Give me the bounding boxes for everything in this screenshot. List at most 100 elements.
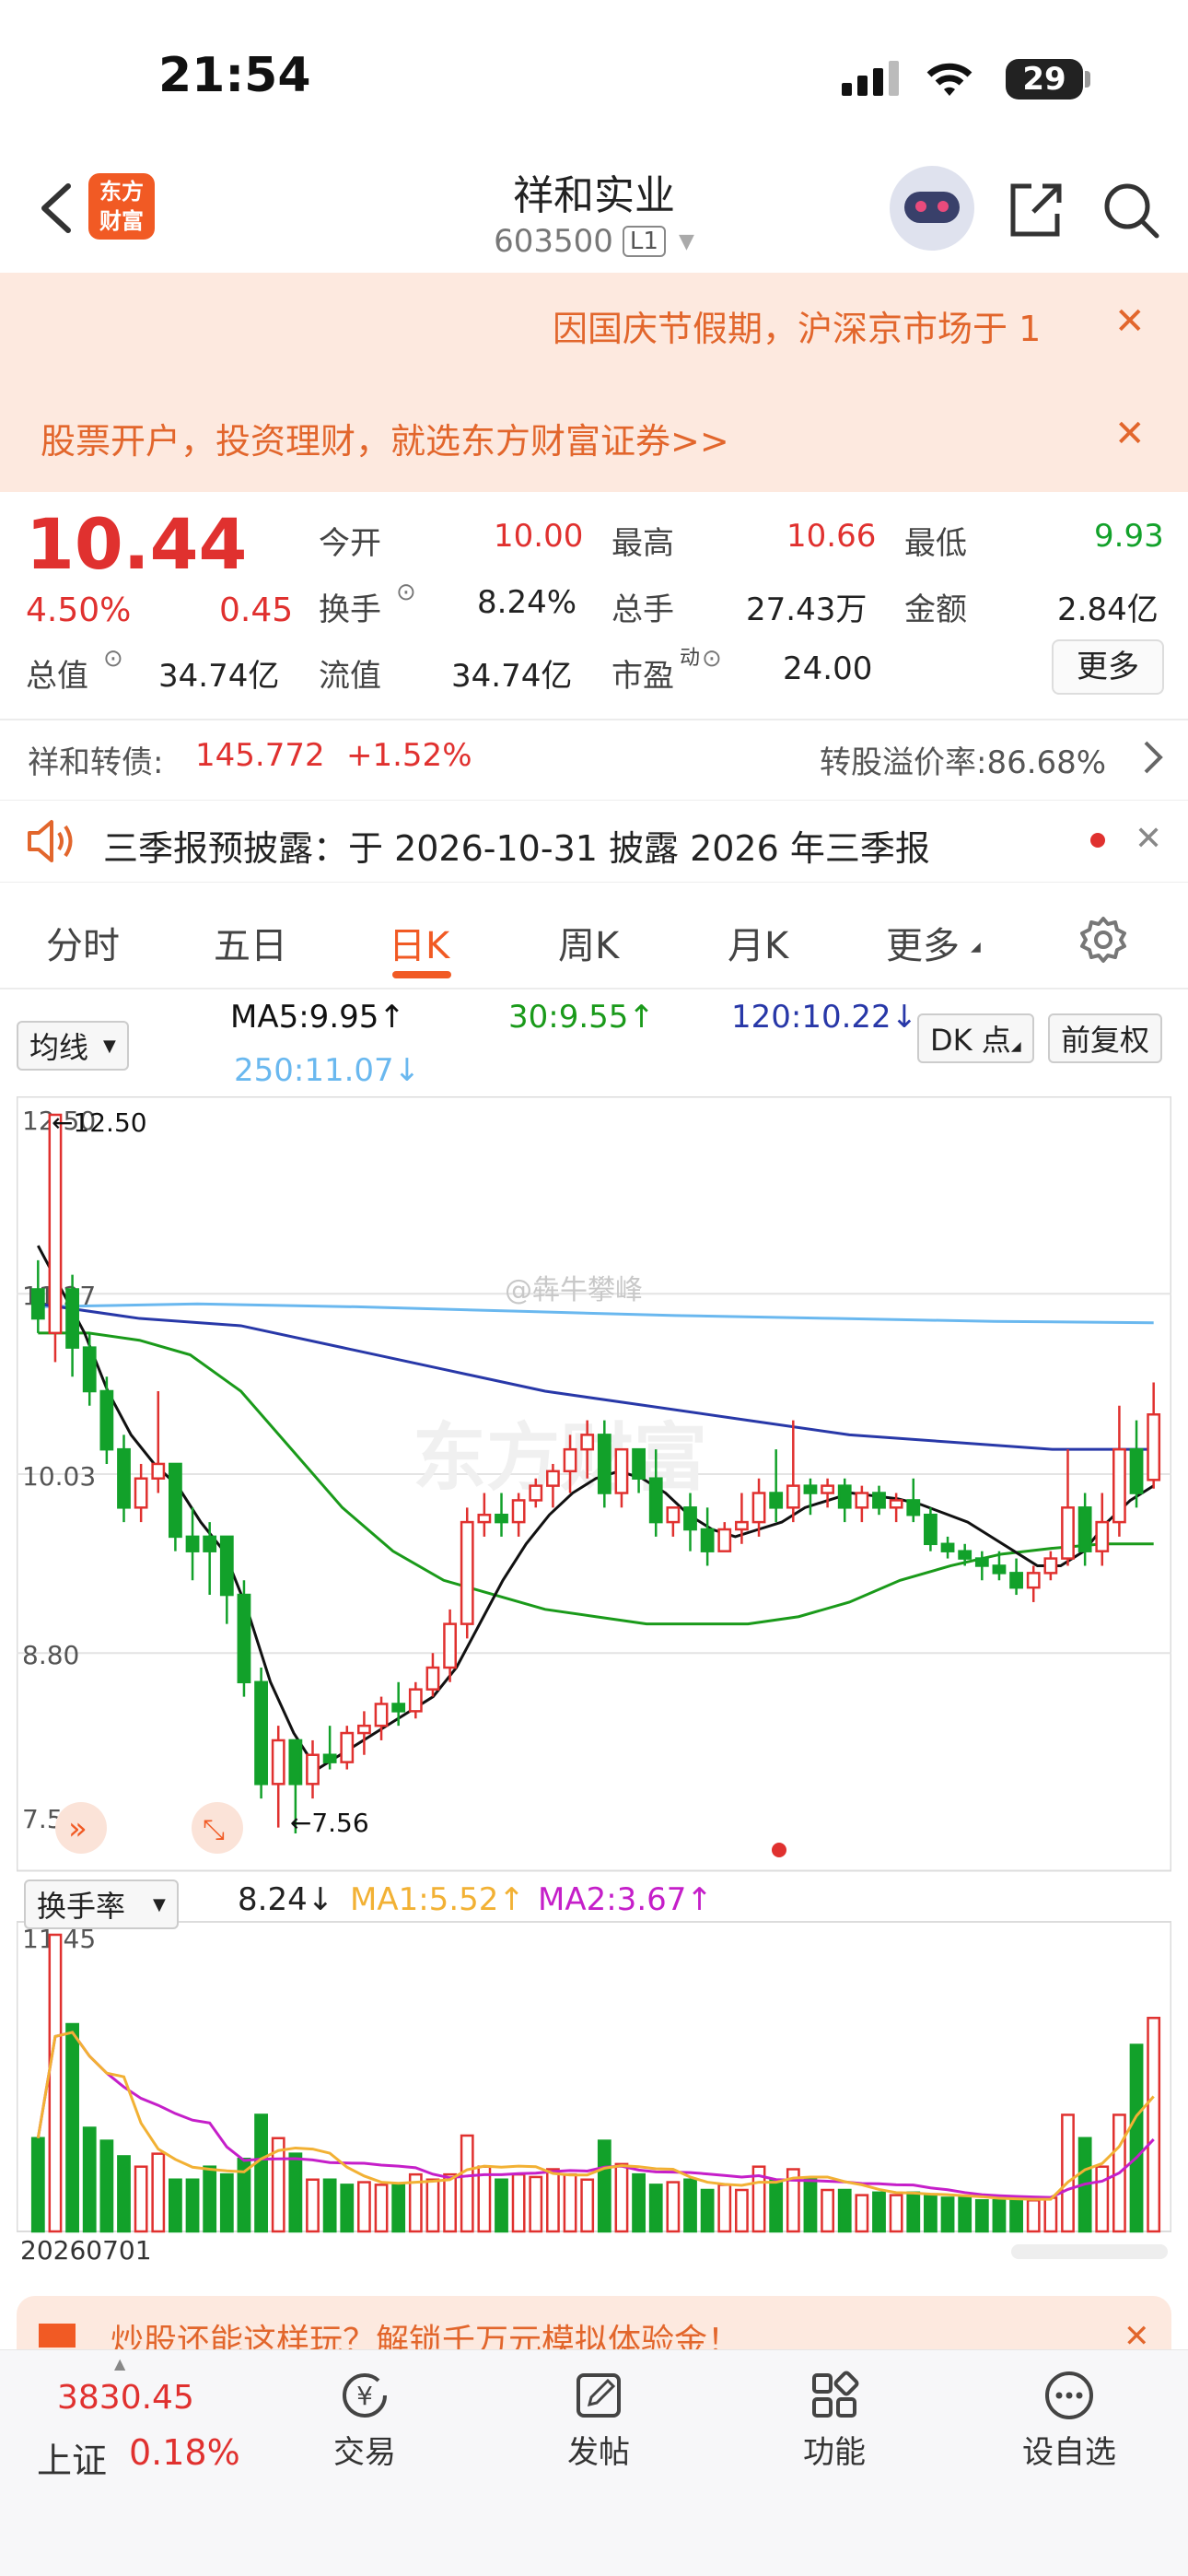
info-icon[interactable]: ⊙ — [702, 645, 722, 673]
grid-icon — [812, 2371, 859, 2418]
nav-trade[interactable]: ¥ 交易 — [326, 2368, 403, 2472]
close-icon[interactable]: ✕ — [1114, 300, 1146, 343]
amount-label: 金额 — [904, 591, 967, 628]
candle-body — [443, 1622, 457, 1669]
float-value: 34.74亿 — [451, 658, 573, 695]
candle-body — [940, 1542, 955, 1552]
candle-body — [992, 1564, 1007, 1575]
tab-weekly-k[interactable]: 周K — [558, 916, 619, 969]
turnover-bar — [322, 2178, 337, 2233]
info-icon[interactable]: ⊙ — [103, 645, 123, 673]
candle-body — [1043, 1557, 1058, 1575]
indicator-selector[interactable]: 均线 ▼ — [17, 1021, 129, 1071]
turnover-bar — [769, 2178, 784, 2233]
index-value[interactable]: 3830.45 — [57, 2379, 194, 2417]
scroll-bar — [1011, 2244, 1168, 2259]
candle-body — [391, 1703, 406, 1713]
signal-icon — [842, 61, 899, 96]
turnover-bar — [357, 2181, 371, 2233]
turnover-bar — [425, 2178, 440, 2233]
candle-body — [306, 1753, 320, 1786]
index-change[interactable]: 0.18% — [129, 2432, 240, 2473]
turnover-bar — [254, 2113, 268, 2233]
candle-body — [219, 1535, 234, 1597]
assistant-avatar[interactable] — [890, 166, 974, 251]
weibo-watermark: @犇牛攀峰 — [505, 1274, 643, 1306]
candle-body — [769, 1492, 784, 1509]
trade-icon: ¥ — [343, 2373, 387, 2418]
turnover-bar — [735, 2188, 749, 2233]
index-name[interactable]: 上证 — [37, 2432, 107, 2483]
more-quote-button[interactable]: 更多 — [1052, 639, 1164, 695]
turnover-bar — [855, 2194, 869, 2233]
announcement-text[interactable]: 三季报预披露：于 2026-10-31 披露 2026 年三季报 — [103, 820, 930, 871]
turnover-bar — [203, 2165, 217, 2233]
nav-functions[interactable]: 功能 — [796, 2368, 873, 2472]
turnover-bar — [443, 2172, 457, 2233]
candle-body — [683, 1506, 697, 1531]
candle-body — [597, 1434, 611, 1494]
turnover-selector-label: 换手率 — [37, 1889, 126, 1924]
close-icon[interactable]: ✕ — [1124, 2318, 1150, 2351]
turnover-bar — [460, 2134, 474, 2233]
arrow-down-icon: ↓ — [393, 1052, 421, 1089]
arrow-up-icon: ↑ — [686, 1881, 713, 1918]
close-icon[interactable]: ✕ — [1114, 413, 1146, 455]
more-dots-icon — [1045, 2371, 1093, 2419]
turnover-bar — [151, 2152, 166, 2233]
turnover-bar — [219, 2172, 234, 2233]
tab-more[interactable]: 更多 — [886, 916, 960, 969]
page-dot — [772, 1843, 786, 1857]
pe-label: 市盈 — [611, 658, 674, 695]
candle-body — [237, 1593, 251, 1684]
nav-post[interactable]: 发帖 — [560, 2368, 637, 2472]
candle-body — [529, 1484, 543, 1502]
candle-body — [614, 1447, 629, 1494]
close-icon[interactable]: ✕ — [1135, 820, 1162, 858]
turnover-bar — [906, 2191, 921, 2233]
holiday-banner-text[interactable]: 因国庆节假期，沪深京市场于 1 — [553, 300, 1068, 351]
candle-body — [803, 1484, 818, 1494]
adjust-button[interactable]: 前复权 — [1048, 1013, 1163, 1063]
account-banner-text[interactable]: 股票开户，投资理财，就选东方财富证券>> — [41, 413, 729, 463]
search-icon[interactable] — [1101, 181, 1160, 240]
turnover-bar — [666, 2181, 681, 2233]
turnover-bar — [803, 2178, 818, 2233]
promo-strip[interactable]: 炒股还能这样玩？解锁千万元模拟体验金！ ✕ — [17, 2296, 1171, 2351]
candle-body — [751, 1492, 766, 1524]
info-icon[interactable]: ⊙ — [396, 579, 416, 606]
caret-down-icon: ▼ — [153, 1894, 166, 1914]
candle-body — [322, 1753, 337, 1763]
ma30-legend: 30:9.55↑ — [508, 999, 655, 1036]
tab-intraday[interactable]: 分时 — [46, 916, 120, 969]
candle-body — [511, 1499, 526, 1524]
bond-premium: 转股溢价率:86.68% — [820, 744, 1107, 781]
current-price: 10.44 — [26, 503, 248, 585]
share-icon[interactable] — [1006, 181, 1065, 240]
candle-body — [924, 1513, 938, 1546]
nav-add-watchlist[interactable]: 设自选 — [1019, 2368, 1120, 2472]
candle-body — [666, 1506, 681, 1524]
tab-monthly-k[interactable]: 月K — [728, 916, 788, 969]
open-label: 今开 — [319, 525, 381, 562]
turnover-bar — [82, 2126, 97, 2233]
dk-point-button[interactable]: DK 点◢ — [917, 1013, 1034, 1063]
chevron-right-icon[interactable] — [1142, 739, 1164, 776]
tab-five-day[interactable]: 五日 — [214, 916, 287, 969]
candle-body — [271, 1739, 285, 1786]
indicator-selector-label: 均线 — [29, 1030, 89, 1065]
candle-body — [958, 1550, 973, 1560]
turnover-bar — [683, 2178, 697, 2233]
turnover-ma2-legend: MA2:3.67↑ — [538, 1881, 713, 1918]
candle-body — [872, 1492, 886, 1509]
settings-gear-icon[interactable] — [1079, 916, 1127, 964]
tab-daily-k[interactable]: 日K — [389, 916, 449, 969]
caret-up-icon[interactable]: ▲ — [114, 2355, 125, 2372]
turnover-bar — [117, 2155, 131, 2233]
ma5-legend: MA5:9.95↑ — [230, 999, 405, 1036]
bond-name[interactable]: 祥和转债: — [28, 737, 163, 782]
kline-chart[interactable]: 12.5011.2710.038.807.56东方财富@犇牛攀峰←12.50←7… — [17, 1096, 1171, 2285]
turnover-value: 8.24% — [477, 584, 577, 621]
status-time: 21:54 — [158, 48, 311, 103]
turnover-selector[interactable]: 换手率 ▼ — [24, 1879, 179, 1929]
